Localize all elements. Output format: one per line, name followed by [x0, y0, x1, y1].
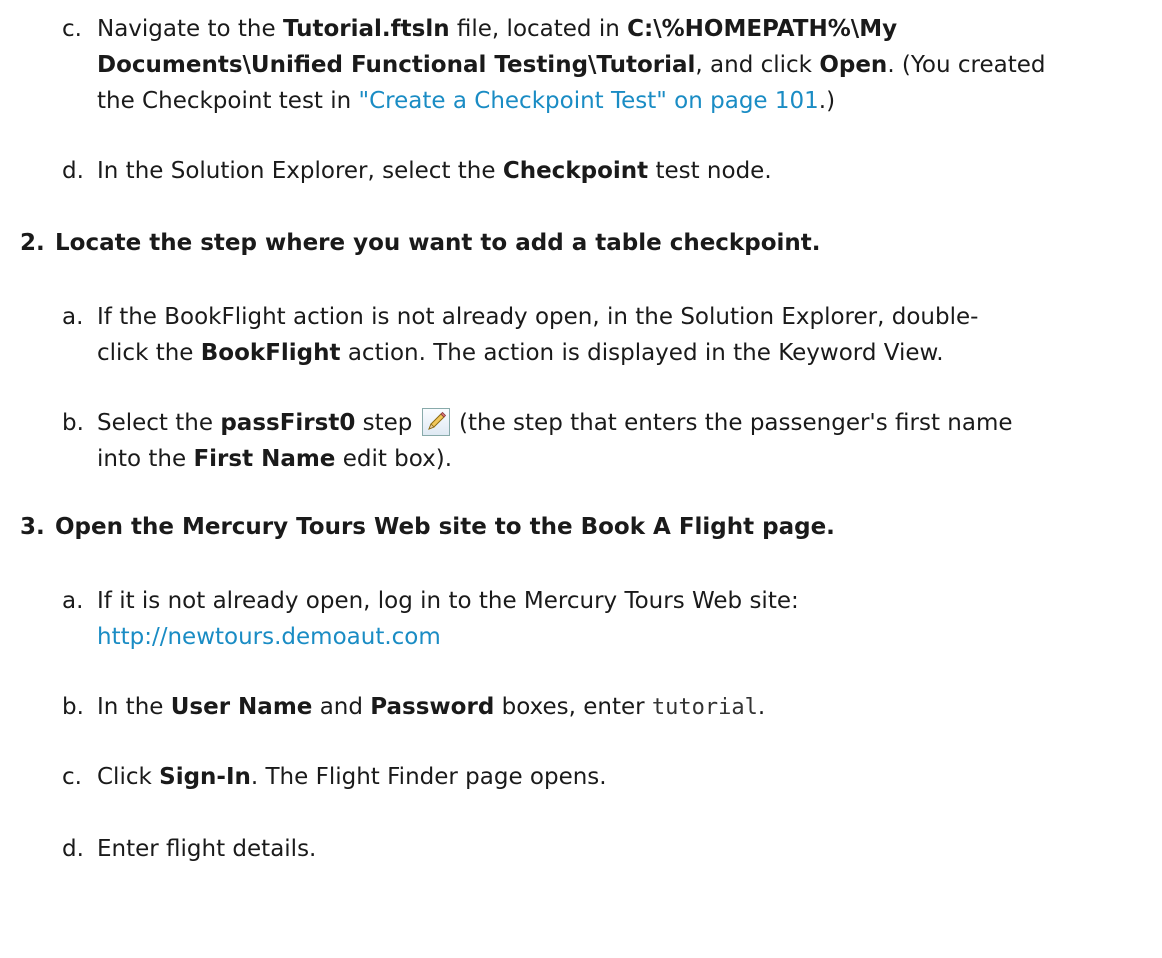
- instruction-line: Navigate to the Tutorial.ftsln file, loc…: [97, 14, 897, 44]
- text: boxes, enter: [494, 694, 652, 720]
- text: click the: [97, 340, 201, 366]
- list-marker: c.: [62, 16, 82, 42]
- text: test node.: [648, 158, 772, 184]
- text: the Checkpoint test in: [97, 88, 359, 114]
- filename: Tutorial.ftsln: [282, 16, 450, 42]
- cross-reference-link[interactable]: "Create a Checkpoint Test" on page 101: [359, 88, 819, 114]
- text: step: [355, 410, 420, 436]
- instruction-line: the Checkpoint test in "Create a Checkpo…: [97, 86, 835, 116]
- list-marker: b.: [62, 694, 84, 720]
- field-name: Password: [370, 694, 495, 720]
- text: . The Flight Finder page opens.: [250, 764, 607, 790]
- instruction-line: Documents\Unified Functional Testing\Tut…: [97, 50, 1045, 80]
- list-marker: a.: [62, 304, 84, 330]
- list-marker: b.: [62, 410, 84, 436]
- text: .): [818, 88, 836, 114]
- instruction-line: If the BookFlight action is not already …: [97, 304, 979, 330]
- text: Click: [97, 764, 160, 790]
- instruction-line: If it is not already open, log in to the…: [97, 588, 799, 614]
- action-name: BookFlight: [200, 340, 341, 366]
- text: file, located in: [449, 16, 628, 42]
- text: into the: [97, 446, 194, 472]
- text: In the Solution Explorer, select the: [97, 158, 503, 184]
- path: C:\%HOMEPATH%\My: [627, 16, 898, 42]
- instruction-line: Click Sign-In. The Flight Finder page op…: [97, 762, 607, 792]
- text: Navigate to the: [97, 16, 283, 42]
- text: and: [312, 694, 371, 720]
- step-number: 2.: [20, 230, 45, 256]
- list-marker: d.: [62, 158, 84, 184]
- open-label: Open: [819, 52, 888, 78]
- list-marker: c.: [62, 764, 82, 790]
- step-title: Locate the step where you want to add a …: [55, 230, 821, 256]
- text: action. The action is displayed in the K…: [340, 340, 944, 366]
- field-name: First Name: [193, 446, 336, 472]
- site-url-link[interactable]: http://newtours.demoaut.com: [97, 622, 441, 652]
- list-marker: d.: [62, 836, 84, 862]
- step-title: Open the Mercury Tours Web site to the B…: [55, 514, 835, 540]
- text: . (You created: [887, 52, 1046, 78]
- node-name: Checkpoint: [502, 158, 649, 184]
- instruction-line: Select the passFirst0 step (the step tha…: [97, 408, 1013, 438]
- text: Select the: [97, 410, 221, 436]
- field-name: User Name: [170, 694, 313, 720]
- button-name: Sign-In: [159, 764, 251, 790]
- text: In the: [97, 694, 171, 720]
- instruction-line: In the Solution Explorer, select the Che…: [97, 156, 772, 186]
- text: , and click: [695, 52, 820, 78]
- instruction-line: into the First Name edit box).: [97, 444, 452, 474]
- text: (the step that enters the passenger's fi…: [451, 410, 1013, 436]
- instruction-line: click the BookFlight action. The action …: [97, 338, 944, 368]
- path: Documents\Unified Functional Testing\Tut…: [97, 52, 696, 78]
- pencil-edit-icon: [421, 408, 450, 436]
- text: .: [757, 694, 766, 720]
- text: edit box).: [335, 446, 453, 472]
- code-value: tutorial: [651, 695, 758, 720]
- instruction-line: Enter flight details.: [97, 836, 317, 862]
- instruction-line: In the User Name and Password boxes, ent…: [97, 692, 765, 723]
- list-marker: a.: [62, 588, 84, 614]
- step-number: 3.: [20, 514, 45, 540]
- step-name: passFirst0: [220, 410, 356, 436]
